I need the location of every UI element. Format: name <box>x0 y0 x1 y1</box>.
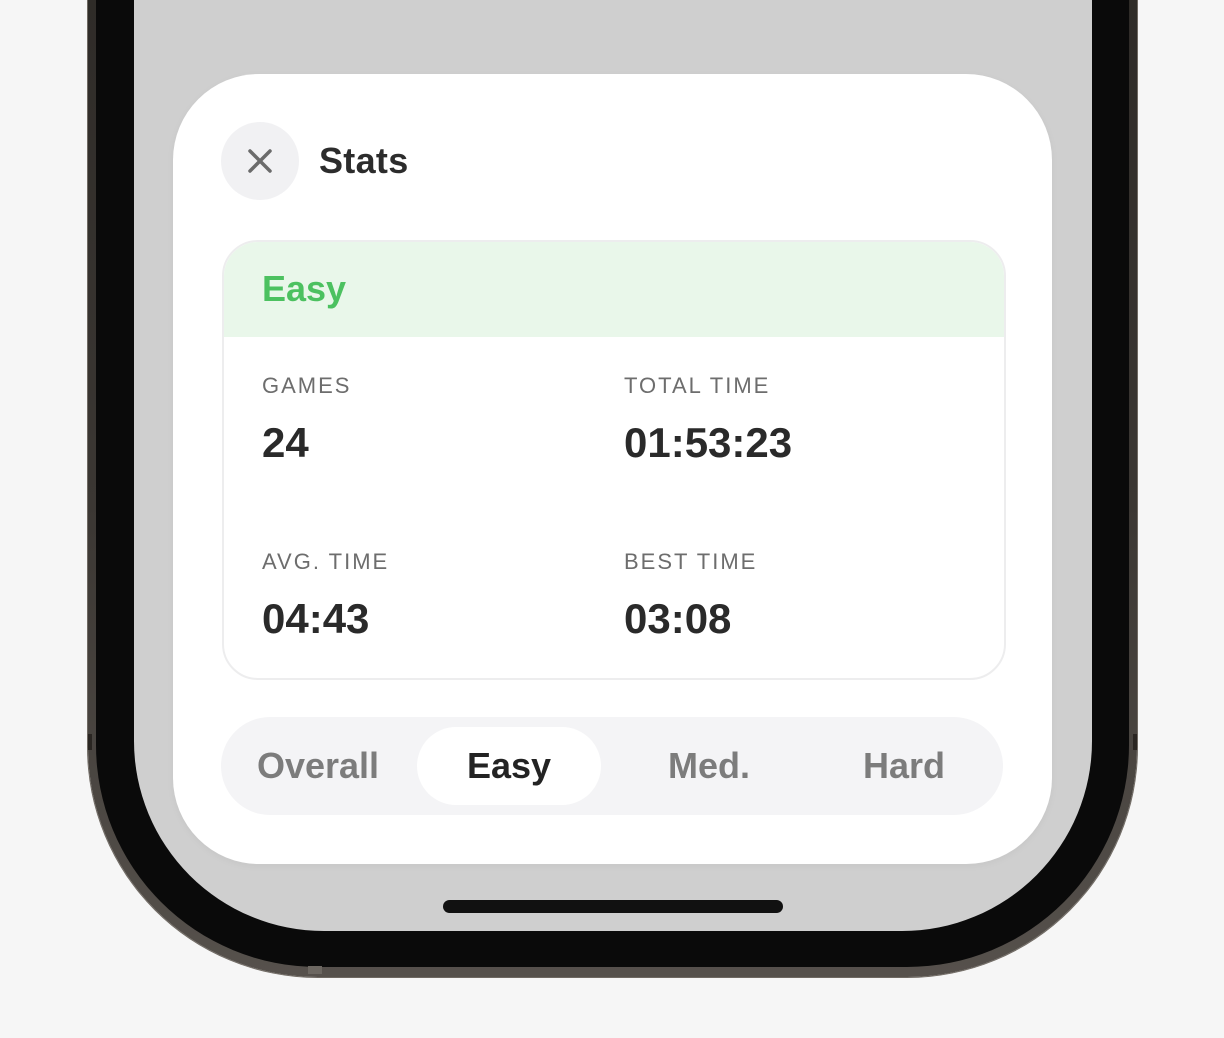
close-button[interactable] <box>221 122 299 200</box>
stat-games: GAMES 24 <box>262 372 351 468</box>
stat-value: 24 <box>262 419 309 466</box>
stat-total-time: TOTAL TIME 01:53:23 <box>624 372 792 468</box>
screen: Stats Easy GAMES 24 TOTAL TIME 01:53:23 … <box>0 0 1224 1038</box>
stat-label: BEST TIME <box>624 549 758 574</box>
difficulty-segmented-control: Overall Easy Med. Hard <box>221 717 1003 815</box>
difficulty-header: Easy <box>224 242 1004 337</box>
close-icon <box>248 149 272 173</box>
side-button-right <box>1133 734 1137 750</box>
stats-card: Easy GAMES 24 TOTAL TIME 01:53:23 AVG. T… <box>222 240 1006 680</box>
stats-sheet: Stats Easy GAMES 24 TOTAL TIME 01:53:23 … <box>173 74 1052 864</box>
segment-medium[interactable]: Med. <box>613 727 805 805</box>
stat-value: 04:43 <box>262 595 370 642</box>
segment-easy[interactable]: Easy <box>417 727 601 805</box>
segment-hard[interactable]: Hard <box>813 727 995 805</box>
stat-best-time: BEST TIME 03:08 <box>624 548 757 644</box>
antenna-band <box>308 966 322 974</box>
stat-label: TOTAL TIME <box>624 373 771 398</box>
stat-label: GAMES <box>262 373 352 398</box>
segment-overall[interactable]: Overall <box>229 727 407 805</box>
stat-value: 03:08 <box>624 595 732 642</box>
difficulty-label: Easy <box>262 268 347 309</box>
home-indicator[interactable] <box>443 900 783 913</box>
side-button-left <box>88 734 92 750</box>
stat-label: AVG. TIME <box>262 549 390 574</box>
stat-value: 01:53:23 <box>624 419 793 466</box>
stat-avg-time: AVG. TIME 04:43 <box>262 548 389 644</box>
sheet-title: Stats <box>319 140 409 181</box>
